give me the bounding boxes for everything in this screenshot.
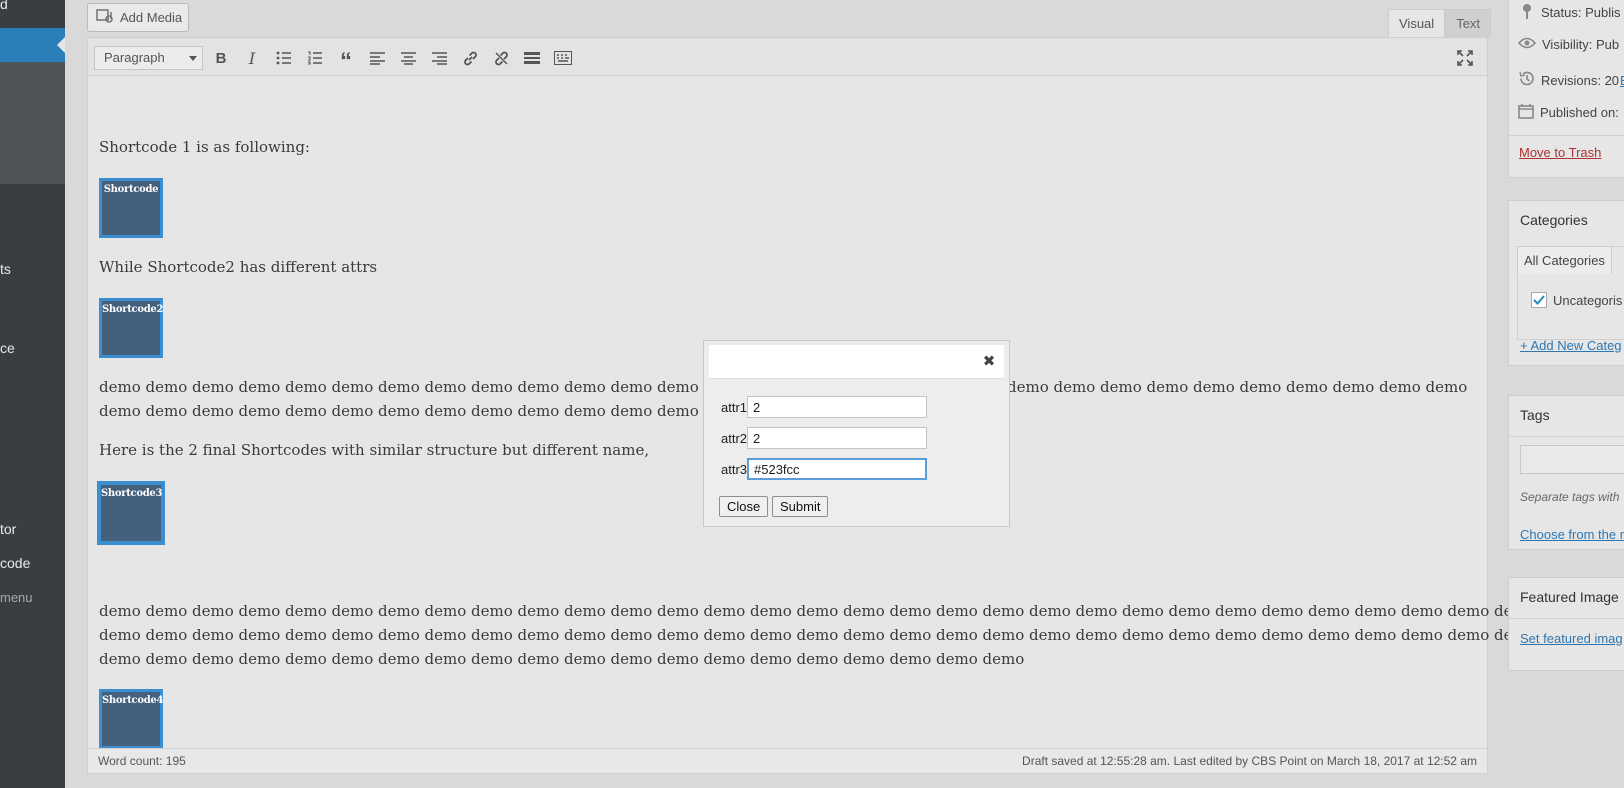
sidebar-item-appearance[interactable]: ce — [0, 340, 15, 356]
attr2-label: attr2 — [721, 430, 748, 446]
editor-toolbar: Paragraph B I “ — [88, 38, 1487, 76]
shortcode-4[interactable]: Shortcode4 — [99, 689, 163, 749]
admin-sidebar: d ts ce tor code menu — [0, 0, 65, 788]
tab-visual[interactable]: Visual — [1388, 9, 1446, 37]
toolbar-toggle-icon[interactable] — [551, 46, 575, 70]
unlink-icon[interactable] — [489, 46, 513, 70]
featured-image-box: Featured Image Set featured imag — [1508, 577, 1624, 671]
add-media-label: Add Media — [120, 10, 183, 25]
paragraph-3-line-2: demo demo demo demo demo demo demo demo … — [99, 402, 746, 420]
sidebar-item-collapse-menu[interactable]: menu — [0, 590, 33, 605]
tags-title: Tags — [1520, 407, 1550, 423]
align-right-icon[interactable] — [427, 46, 451, 70]
publish-status-row: Status: Publis — [1521, 3, 1621, 22]
publish-divider — [1509, 135, 1624, 136]
attr1-row: attr1 — [721, 396, 927, 418]
publish-status: Status: Publis — [1541, 5, 1621, 20]
add-new-category-link[interactable]: + Add New Categ — [1520, 338, 1622, 353]
paragraph-5-line-3: demo demo demo demo demo demo demo demo … — [99, 650, 1025, 668]
set-featured-image-link[interactable]: Set featured imag — [1520, 631, 1623, 646]
publish-visibility-row: Visibility: Pub — [1517, 37, 1620, 52]
align-center-icon[interactable] — [396, 46, 420, 70]
add-media-button[interactable]: Add Media — [87, 3, 189, 32]
paragraph-5-line-2: demo demo demo demo demo demo demo demo … — [99, 626, 1583, 644]
shortcode-3[interactable]: Shortcode3 — [97, 481, 165, 545]
numbered-list-icon[interactable] — [303, 46, 327, 70]
attr1-label: attr1 — [721, 399, 748, 415]
history-icon — [1518, 70, 1535, 90]
sidebar-item-editor[interactable]: tor — [0, 521, 16, 537]
calendar-icon — [1518, 103, 1534, 122]
attr2-input[interactable] — [747, 427, 927, 449]
sidebar-item-active[interactable] — [0, 28, 65, 62]
bold-icon[interactable]: B — [209, 46, 233, 70]
publish-date-row: Published on: — [1518, 103, 1619, 122]
tab-all-categories[interactable]: All Categories — [1517, 246, 1612, 274]
categories-title: Categories — [1520, 212, 1588, 228]
paragraph-3-line-1: demo demo demo demo demo demo demo demo … — [99, 378, 699, 396]
move-to-trash-link[interactable]: Move to Trash — [1519, 145, 1601, 160]
blockquote-icon[interactable]: “ — [334, 46, 358, 74]
sidebar-item-top[interactable]: d — [0, 0, 8, 12]
tags-box: Tags Separate tags with Choose from the … — [1508, 395, 1624, 550]
publish-revisions-row: Revisions: 20 B — [1518, 70, 1624, 90]
category-item[interactable]: Uncategoris — [1531, 292, 1622, 308]
italic-icon[interactable]: I — [240, 46, 264, 70]
checkbox-checked-icon[interactable] — [1531, 292, 1547, 308]
bullet-list-icon[interactable] — [272, 46, 296, 70]
draft-status: Draft saved at 12:55:28 am. Last edited … — [1022, 754, 1477, 768]
paragraph-1: Shortcode 1 is as following: — [99, 138, 310, 156]
pin-icon — [1521, 3, 1533, 22]
shortcode-1[interactable]: Shortcode — [99, 178, 163, 238]
published-on: Published on: — [1540, 105, 1619, 120]
paragraph-5-line-1: demo demo demo demo demo demo demo demo … — [99, 602, 1583, 620]
chevron-down-icon — [189, 56, 197, 65]
shortcode-2[interactable]: Shortcode2 — [99, 298, 163, 358]
paragraph-4: Here is the 2 final Shortcodes with simi… — [99, 441, 650, 459]
paragraph-3-line-1b: demo demo demo demo demo demo demo demo … — [1007, 378, 1468, 396]
featured-divider — [1509, 618, 1624, 619]
tags-divider — [1509, 436, 1624, 437]
choose-tags-link[interactable]: Choose from the m — [1520, 527, 1624, 542]
close-button[interactable]: Close — [719, 496, 769, 517]
submit-button[interactable]: Submit — [772, 496, 829, 517]
editor-status-bar: Word count: 195 Draft saved at 12:55:28 … — [88, 748, 1487, 773]
dialog-header: ✖ — [709, 345, 1004, 379]
format-select-value: Paragraph — [104, 50, 165, 65]
sidebar-item-posts[interactable]: ts — [0, 261, 11, 277]
paragraph-2: While Shortcode2 has different attrs — [99, 258, 378, 276]
categories-box: Categories All Categories Uncategoris + … — [1508, 200, 1624, 366]
close-icon[interactable]: ✖ — [982, 354, 996, 369]
attr2-row: attr2 — [721, 427, 927, 449]
align-left-icon[interactable] — [365, 46, 389, 70]
revisions-browse-link[interactable]: B — [1620, 73, 1624, 88]
right-sidebar: Status: Publis Visibility: Pub Revisions… — [1508, 0, 1624, 788]
tags-help: Separate tags with — [1520, 490, 1620, 504]
media-icon — [96, 8, 114, 27]
publish-box: Status: Publis Visibility: Pub Revisions… — [1508, 0, 1624, 178]
sidebar-submenu — [0, 62, 65, 184]
tab-text[interactable]: Text — [1445, 9, 1492, 37]
read-more-icon[interactable] — [520, 46, 544, 70]
attr3-input[interactable] — [747, 458, 927, 480]
editor-tabs: Visual Text — [1388, 9, 1492, 37]
publish-visibility: Visibility: Pub — [1542, 37, 1620, 52]
category-label: Uncategoris — [1553, 292, 1623, 308]
attr3-row: attr3 — [721, 458, 927, 480]
word-count: Word count: 195 — [98, 754, 186, 768]
link-icon[interactable] — [458, 46, 482, 70]
attr3-label: attr3 — [721, 461, 748, 477]
featured-image-title: Featured Image — [1520, 589, 1619, 605]
eye-icon — [1517, 37, 1537, 52]
attr1-input[interactable] — [747, 396, 927, 418]
shortcode-attributes-dialog: ✖ attr1 attr2 attr3 Close Submit — [703, 340, 1010, 527]
sidebar-item-shortcode[interactable]: code — [0, 555, 30, 571]
tags-input[interactable] — [1520, 445, 1624, 474]
publish-revisions: Revisions: 20 — [1541, 72, 1620, 88]
format-select[interactable]: Paragraph — [94, 46, 203, 70]
fullscreen-icon[interactable] — [1453, 46, 1477, 70]
